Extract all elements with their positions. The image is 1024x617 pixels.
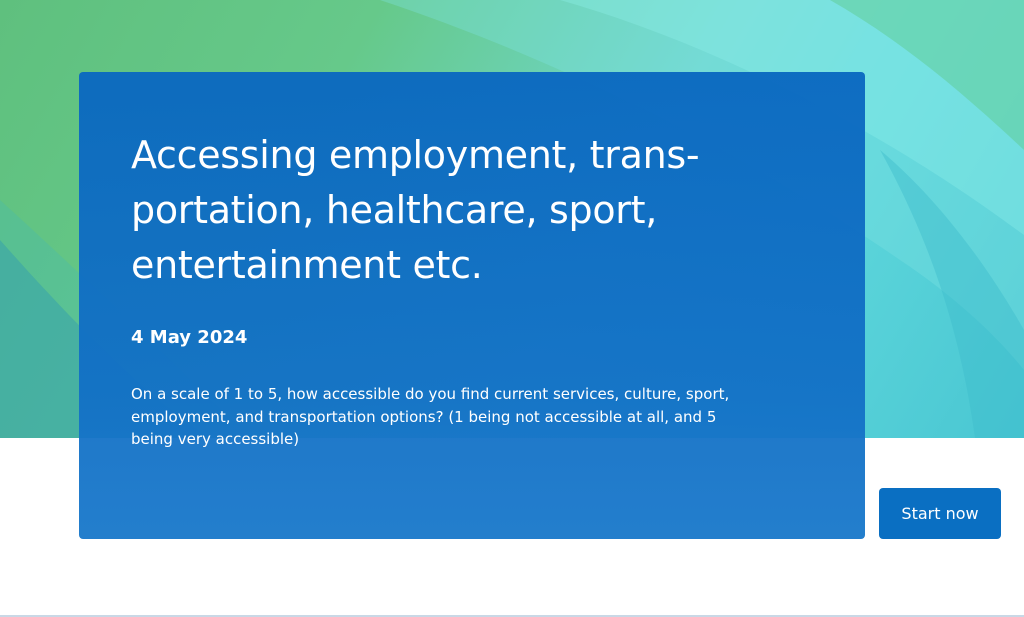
survey-date: 4 May 2024 — [131, 327, 248, 348]
survey-card: Accessing employment, trans-portation, h… — [79, 72, 865, 539]
start-now-button[interactable]: Start now — [879, 488, 1001, 539]
survey-description: On a scale of 1 to 5, how accessible do … — [131, 385, 730, 448]
survey-landing-page: Accessing employment, trans-portation, h… — [0, 0, 1024, 617]
survey-title: Accessing employment, trans-portation, h… — [131, 133, 700, 287]
